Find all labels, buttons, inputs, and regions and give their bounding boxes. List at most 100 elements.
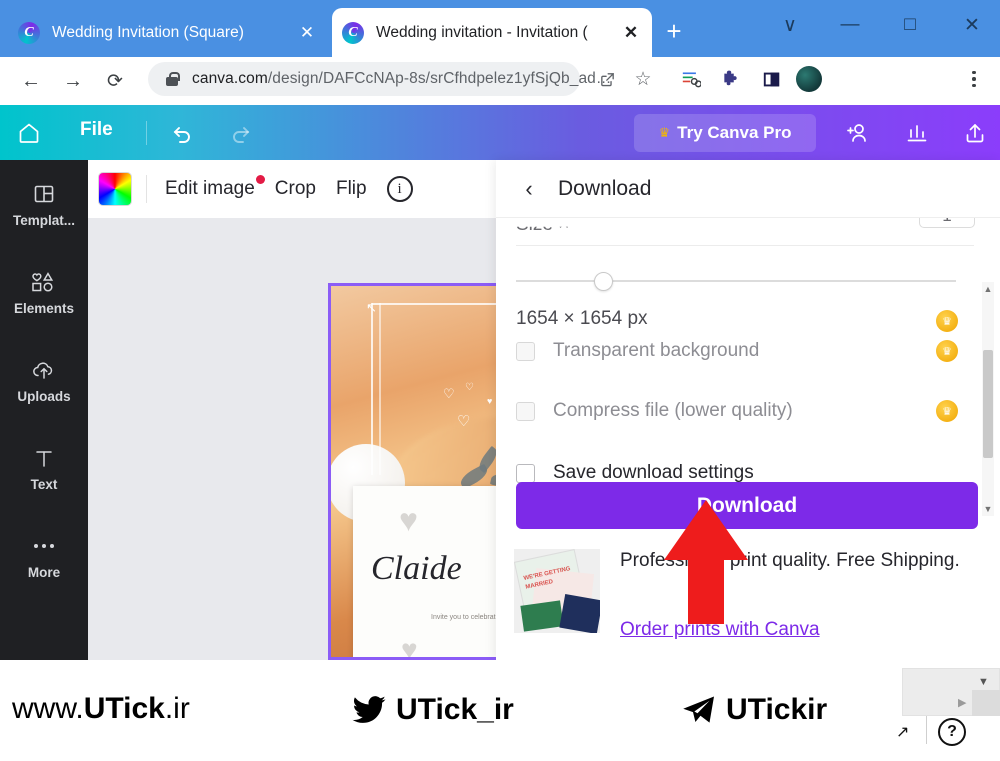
- watermark-prefix: www.: [12, 692, 84, 725]
- redo-icon[interactable]: [225, 118, 255, 148]
- checkbox[interactable]: [516, 341, 535, 361]
- image-edit-toolbar: Edit image Crop Flip i: [88, 160, 500, 218]
- watermark-telegram: UTickir: [678, 692, 827, 728]
- watermark-handle: UTick_ir: [396, 693, 514, 726]
- star-icon[interactable]: ☆: [630, 66, 656, 92]
- canva-left-sidebar: Templat... Elements Uploads Text More: [0, 160, 88, 660]
- undo-icon[interactable]: [168, 118, 198, 148]
- new-tab-button[interactable]: +: [660, 18, 688, 46]
- sidebar-item-elements[interactable]: Elements: [0, 248, 88, 336]
- canva-top-bar: File ♛ Try Canva Pro: [0, 105, 1000, 160]
- screenshot-root: C Wedding Invitation (Square) ✕ C Weddin…: [0, 0, 1000, 761]
- crop-guide-vertical-2: [379, 303, 381, 475]
- watermark-website: www. UTick .ir: [12, 692, 190, 726]
- address-bar-url: canva.com/design/DAFCcNAp-8s/srCfhdpelez…: [192, 70, 612, 88]
- sidebar-item-label: Text: [30, 476, 58, 492]
- url-domain: canva.com: [192, 70, 268, 87]
- text-icon: [32, 445, 56, 471]
- crop-button[interactable]: Crop: [273, 176, 318, 202]
- address-bar[interactable]: canva.com/design/DAFCcNAp-8s/srCfhdpelez…: [148, 62, 611, 96]
- watermark-twitter: UTick_ir: [348, 692, 514, 728]
- info-icon[interactable]: i: [386, 176, 413, 202]
- flip-button[interactable]: Flip: [334, 176, 369, 202]
- crown-icon[interactable]: ♛: [936, 340, 958, 362]
- crop-arrow-icon: ↖: [366, 300, 377, 315]
- size-multiplier-input[interactable]: 1: [919, 218, 975, 228]
- chevron-left-icon[interactable]: ‹: [512, 172, 546, 206]
- checkbox[interactable]: [516, 463, 535, 483]
- share-upload-icon[interactable]: [958, 116, 992, 150]
- forward-icon[interactable]: →: [58, 66, 88, 96]
- option-transparent-background[interactable]: Transparent background: [516, 340, 759, 362]
- scroll-down-arrow[interactable]: ▼: [982, 502, 994, 516]
- crown-icon[interactable]: ♛: [936, 400, 958, 422]
- option-label: Save download settings: [553, 462, 754, 483]
- window-maximize-button[interactable]: □: [888, 6, 932, 44]
- canva-bottom-right-fill: [972, 690, 1000, 716]
- play-arrow-icon[interactable]: ▶: [958, 696, 966, 709]
- window-minimize-button[interactable]: —: [828, 6, 872, 44]
- side-panel-icon[interactable]: [756, 64, 786, 94]
- size-label: Size ×: [516, 218, 570, 235]
- close-tab-icon[interactable]: ✕: [620, 23, 642, 43]
- heart-icon: ♥: [399, 502, 418, 538]
- watermark-main: UTick: [83, 692, 165, 725]
- option-label: Compress file (lower quality): [553, 400, 793, 421]
- canva-favicon-icon: C: [18, 21, 40, 44]
- option-save-download-settings[interactable]: Save download settings: [516, 462, 754, 484]
- design-name-text: Claide: [371, 550, 462, 587]
- expand-arrow-icon[interactable]: ↗: [896, 722, 909, 742]
- share-icon[interactable]: [594, 66, 620, 92]
- annotation-arrow-icon: [664, 500, 748, 624]
- sidebar-item-label: Elements: [13, 300, 75, 316]
- browser-tab-2[interactable]: C Wedding invitation - Invitation ( ✕: [332, 8, 652, 57]
- crown-icon[interactable]: ♛: [936, 310, 958, 332]
- reload-icon[interactable]: ⟳: [100, 66, 130, 96]
- elements-icon: [29, 269, 59, 295]
- design-invite-text: Invite you to celebrate: [431, 614, 500, 621]
- sidebar-item-templates[interactable]: Templat...: [0, 160, 88, 248]
- divider: [926, 716, 927, 744]
- download-panel-title: Download: [558, 176, 652, 200]
- sidebar-item-label: Uploads: [17, 388, 71, 404]
- slider-thumb[interactable]: [594, 272, 613, 291]
- sidebar-item-more[interactable]: More: [0, 512, 88, 600]
- chevron-down-icon[interactable]: ▼: [978, 676, 989, 688]
- try-canva-pro-button[interactable]: ♛ Try Canva Pro: [634, 114, 816, 152]
- panel-divider: [516, 245, 974, 246]
- scrollbar-thumb[interactable]: [983, 350, 993, 458]
- sidebar-item-text[interactable]: Text: [0, 424, 88, 512]
- close-tab-icon[interactable]: ✕: [296, 23, 318, 43]
- color-swatch[interactable]: [98, 172, 132, 206]
- sidebar-item-uploads[interactable]: Uploads: [0, 336, 88, 424]
- help-button[interactable]: ?: [938, 718, 966, 746]
- scroll-up-arrow[interactable]: ▲: [982, 282, 994, 296]
- size-slider[interactable]: [516, 272, 956, 291]
- panel-scrollbar[interactable]: ▲ ▼: [982, 282, 994, 516]
- chrome-tab-search-icon[interactable]: ∨: [768, 6, 812, 44]
- telegram-icon: [683, 696, 714, 723]
- window-close-button[interactable]: ✕: [950, 6, 994, 44]
- download-panel-header: ‹ Download: [496, 160, 1000, 218]
- home-icon[interactable]: [12, 117, 46, 149]
- heart-icon: ♥: [401, 634, 418, 660]
- lock-icon: [164, 71, 180, 87]
- edit-image-button[interactable]: Edit image: [163, 175, 265, 202]
- profile-avatar-icon[interactable]: [794, 64, 824, 94]
- puzzle-extensions-icon[interactable]: [716, 64, 746, 94]
- three-dots-menu-icon[interactable]: [962, 64, 986, 94]
- crown-icon: ♛: [658, 125, 671, 140]
- sidebar-item-label: More: [27, 564, 61, 580]
- back-icon[interactable]: ←: [16, 66, 46, 96]
- file-menu-button[interactable]: File: [80, 119, 113, 141]
- tab-title: Wedding Invitation (Square): [52, 23, 244, 41]
- analytics-icon[interactable]: [900, 116, 934, 150]
- url-path: /design/DAFCcNAp-8s/srCfhdpelez1yfSjQb_a…: [267, 70, 612, 87]
- browser-tab-1[interactable]: C Wedding Invitation (Square) ✕: [8, 8, 328, 57]
- checkbox[interactable]: [516, 401, 535, 421]
- option-compress-file[interactable]: Compress file (lower quality): [516, 400, 793, 422]
- reading-list-icon[interactable]: [676, 64, 706, 94]
- try-canva-pro-label: Try Canva Pro: [677, 123, 792, 142]
- new-feature-badge: [255, 175, 265, 184]
- add-collaborator-icon[interactable]: [840, 116, 874, 150]
